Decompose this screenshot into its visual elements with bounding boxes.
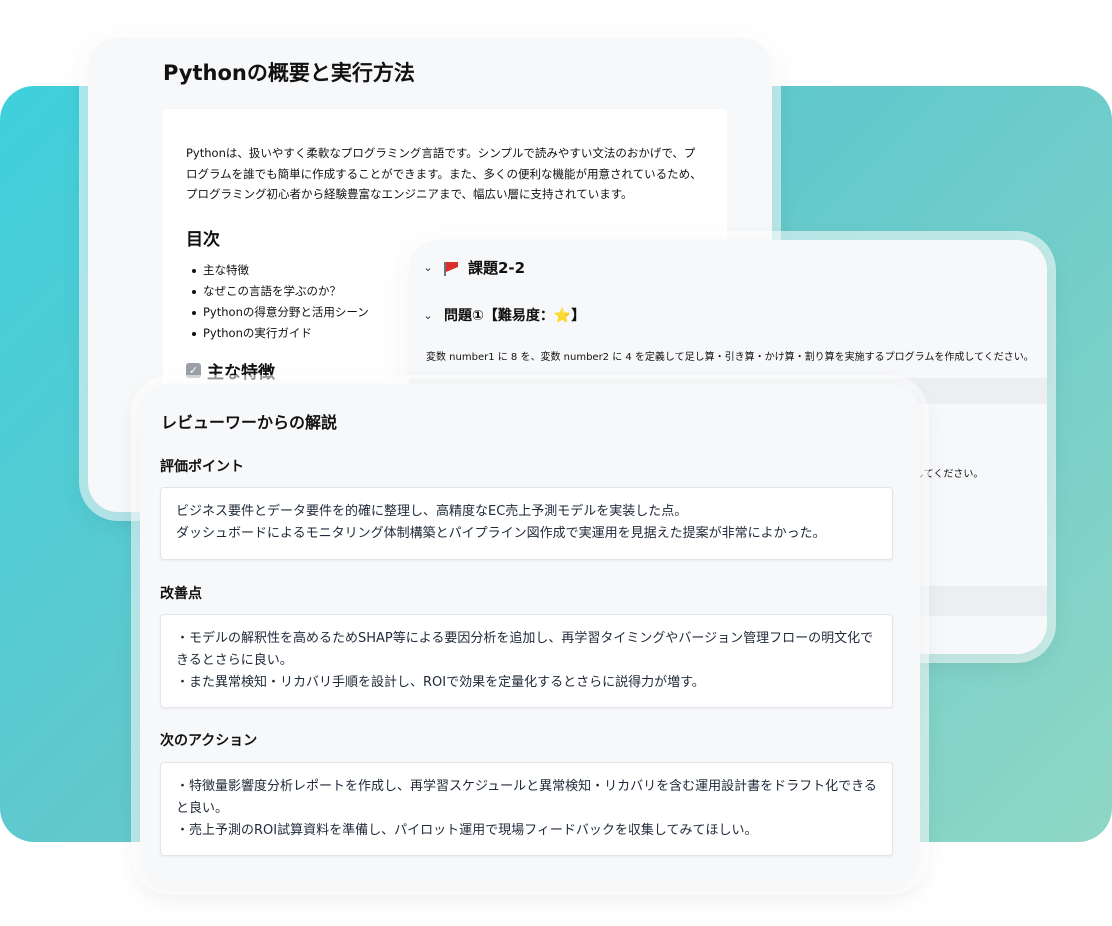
next-action-box: ・特徴量影響度分析レポートを作成し、再学習スケジュールと異常検知・リカバリを含む… bbox=[160, 762, 893, 856]
improvement-line: ・モデルの解釈性を高めるためSHAP等による要因分析を追加し、再学習タイミングや… bbox=[176, 631, 874, 668]
star-icon: ⭐ bbox=[553, 308, 572, 324]
improvement-box: ・モデルの解釈性を高めるためSHAP等による要因分析を追加し、再学習タイミングや… bbox=[160, 614, 893, 708]
chevron-down-icon[interactable]: ⌄ bbox=[422, 261, 434, 274]
intro-paragraph: Pythonは、扱いやすく柔軟なプログラミング言語です。シンプルで読みやすい文法… bbox=[186, 146, 702, 201]
chevron-down-icon[interactable]: ⌄ bbox=[422, 309, 434, 322]
task-description: 変数 number1 に 8 を、変数 number2 に 4 を定義して足し算… bbox=[426, 352, 1034, 363]
features-heading-text: 主な特徴 bbox=[207, 362, 275, 383]
evaluation-line: ダッシュボードによるモニタリング体制構築とパイプライン図作成で実運用を見据えた提… bbox=[176, 526, 826, 541]
section-label-evaluation: 評価ポイント bbox=[160, 459, 244, 475]
evaluation-line: ビジネス要件とデータ要件を的確に整理し、高精度なEC売上予測モデルを実装した点。 bbox=[176, 504, 688, 519]
evaluation-box: ビジネス要件とデータ要件を的確に整理し、高精度なEC売上予測モデルを実装した点。… bbox=[160, 487, 893, 560]
task-title: 課題2-2 bbox=[468, 259, 526, 277]
improvement-line: ・また異常検知・リカバリ手順を設計し、ROIで効果を定量化するとさらに説得力が増… bbox=[176, 675, 705, 690]
task-header[interactable]: ⌄ 課題2-2 bbox=[422, 257, 525, 278]
red-flag-icon bbox=[444, 261, 458, 276]
review-title: レビューワーからの解説 bbox=[161, 413, 338, 432]
section-label-improvement: 改善点 bbox=[160, 586, 202, 602]
next-action-line: ・売上予測のROI試算資料を準備し、パイロット運用で現場フィードバックを収集して… bbox=[176, 823, 758, 838]
doc-title: Pythonの概要と実行方法 bbox=[163, 61, 415, 85]
next-action-line: ・特徴量影響度分析レポートを作成し、再学習スケジュールと異常検知・リカバリを含む… bbox=[176, 779, 877, 816]
check-box-icon: ✓ bbox=[186, 362, 201, 378]
reviewer-card: レビューワーからの解説 評価ポイント ビジネス要件とデータ要件を的確に整理し、高… bbox=[140, 384, 920, 886]
section-label-next-action: 次のアクション bbox=[160, 733, 258, 749]
question-header[interactable]: ⌄ 問題①【難易度：⭐】 bbox=[422, 305, 585, 325]
question-title: 問題①【難易度：⭐】 bbox=[444, 308, 586, 324]
